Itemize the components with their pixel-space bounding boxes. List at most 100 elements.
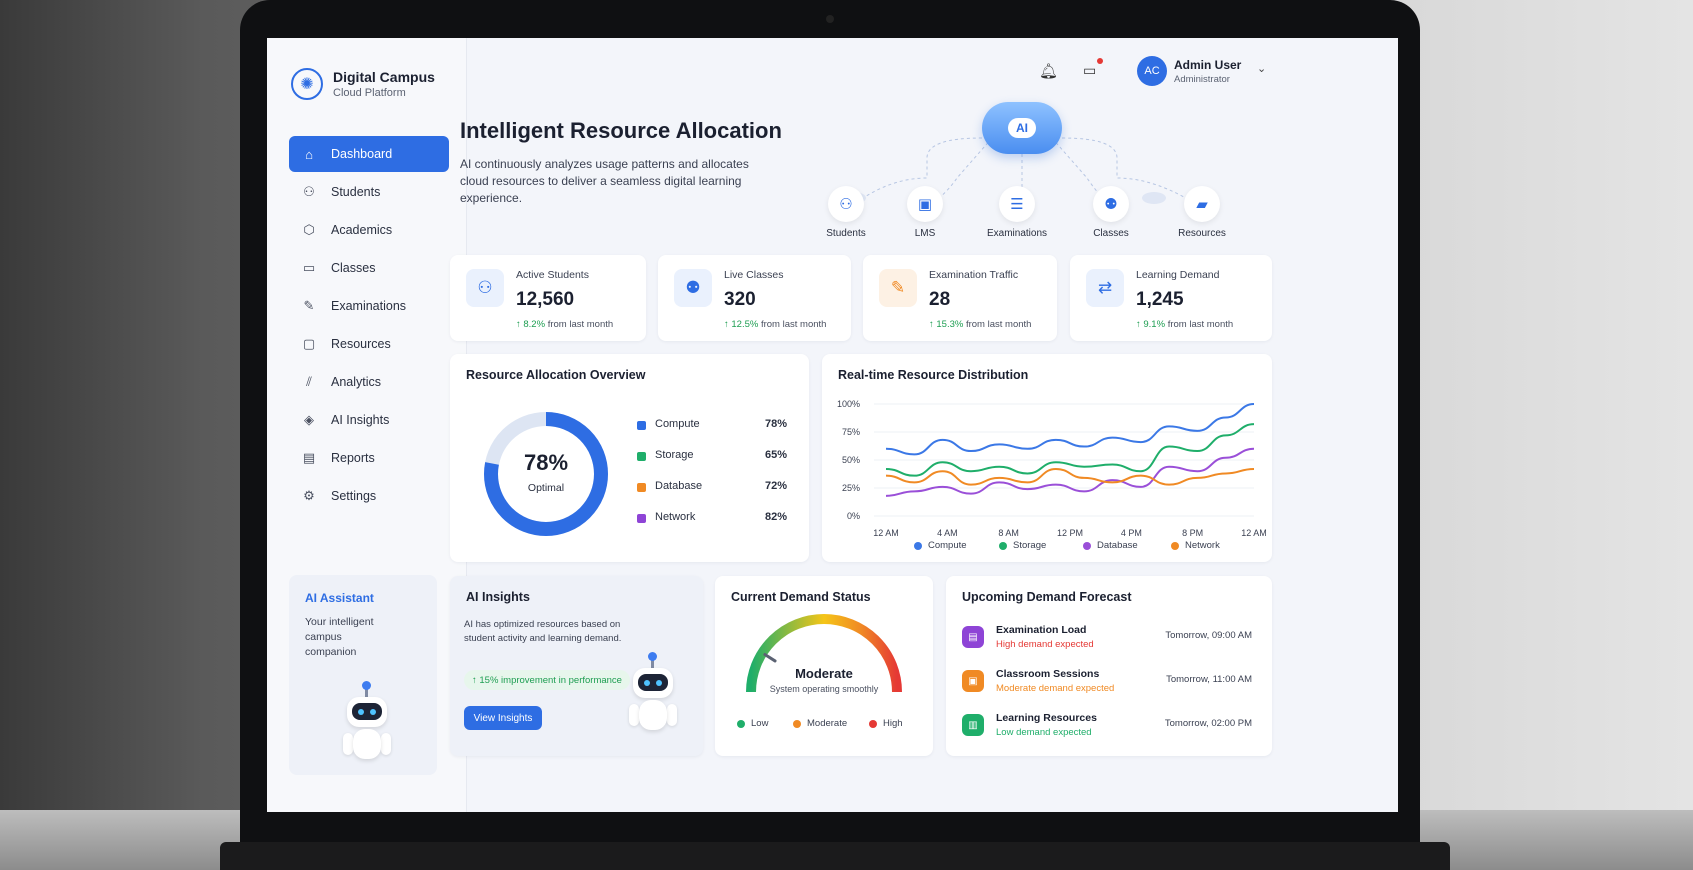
sidebar-item-reports[interactable]: ▤ Reports xyxy=(289,440,449,476)
forecast-item[interactable]: ▤ Examination Load High demand expected … xyxy=(962,624,1252,660)
series-line-compute xyxy=(885,403,1255,456)
forecast-item[interactable]: ▣ Classroom Sessions Moderate demand exp… xyxy=(962,668,1252,704)
legend-dot xyxy=(999,541,1007,550)
ai-assistant-card[interactable]: AI Assistant Your intelligent campus com… xyxy=(289,575,437,775)
x-tick-label: 8 PM xyxy=(1182,528,1203,538)
stat-change-value: ↑ 9.1% xyxy=(1136,319,1166,330)
view-insights-button[interactable]: View Insights xyxy=(464,706,542,730)
home-icon: ⌂ xyxy=(305,146,313,162)
user-role: Administrator xyxy=(1174,74,1230,85)
improvement-badge: ↑ 15% improvement in performance xyxy=(464,670,630,690)
stat-change: ↑ 9.1% from last month xyxy=(1136,319,1233,330)
gauge-needle xyxy=(763,652,777,663)
sidebar-item-settings[interactable]: ⚙ Settings xyxy=(289,478,449,514)
classroom-icon: ⚉ xyxy=(1093,186,1129,222)
hero-node-resources: ▰ Resources xyxy=(1167,186,1237,239)
insights-text: AI has optimized resources based on stud… xyxy=(464,619,622,644)
x-tick-label: 8 AM xyxy=(998,528,1019,538)
sidebar-item-dashboard[interactable]: ⌂ Dashboard xyxy=(289,136,449,172)
stat-change: ↑ 8.2% from last month xyxy=(516,319,613,330)
sidebar-item-academics[interactable]: ⬡ Academics xyxy=(289,212,449,248)
forecast-status: Low demand expected xyxy=(996,727,1092,738)
stat-value: 1,245 xyxy=(1136,289,1184,310)
ai-insights-card: AI Insights AI has optimized resources b… xyxy=(450,576,703,756)
forecast-card: Upcoming Demand Forecast ▤ Examination L… xyxy=(946,576,1272,756)
card-title: Resource Allocation Overview xyxy=(466,368,646,382)
bell-icon[interactable]: 🔔︎ xyxy=(1039,62,1058,80)
user-name[interactable]: Admin User xyxy=(1174,58,1241,72)
ai-cloud-label: AI xyxy=(1008,118,1036,138)
legend-value: 72% xyxy=(764,480,787,492)
sidebar-item-resources[interactable]: ▢ Resources xyxy=(289,326,449,362)
legend-value: 82% xyxy=(764,511,787,523)
classroom-icon: ▣ xyxy=(962,670,984,692)
demand-status-value: Moderate xyxy=(795,666,853,681)
sidebar-item-label: Resources xyxy=(331,337,391,351)
legend-dot xyxy=(1083,541,1091,550)
legend-label: Database xyxy=(1097,540,1138,551)
line-chart: 0% 25% 50% 75% 100% 12 AM 4 AM 8 AM 12 PM 4 PM 8 P… xyxy=(837,399,1267,538)
sidebar-item-classes[interactable]: ▭ Classes xyxy=(289,250,449,286)
notification-dot xyxy=(1097,58,1103,64)
assistant-text: Your intelligent campus companion xyxy=(305,616,374,658)
server-icon: ☰ xyxy=(999,186,1035,222)
stat-label: Active Students xyxy=(516,269,589,281)
y-tick-label: 100% xyxy=(837,399,860,409)
forecast-name: Examination Load xyxy=(996,624,1087,636)
forecast-item[interactable]: ▥ Learning Resources Low demand expected… xyxy=(962,712,1252,748)
legend-dot xyxy=(1171,541,1179,550)
stat-change: ↑ 12.5% from last month xyxy=(724,319,826,330)
forecast-name: Classroom Sessions xyxy=(996,668,1100,680)
sidebar-item-ai-insights[interactable]: ◈ AI Insights xyxy=(289,402,449,438)
y-tick-label: 50% xyxy=(842,455,860,465)
hero-node-label: Examinations xyxy=(986,228,1048,239)
sidebar-item-label: Students xyxy=(331,185,381,199)
stat-value: 320 xyxy=(724,289,756,310)
legend-label: Network xyxy=(655,511,696,523)
avatar[interactable]: AC xyxy=(1137,56,1167,86)
legend-swatch xyxy=(637,452,646,461)
sidebar-item-analytics[interactable]: ⫽ Analytics xyxy=(289,364,449,400)
stat-card-examination-traffic[interactable]: ✎ Examination Traffic 28 ↑ 15.3% from la… xyxy=(863,255,1057,341)
report-icon: ▤ xyxy=(302,450,316,465)
chevron-down-icon[interactable]: ⌄ xyxy=(1257,62,1266,75)
book-icon: ▥ xyxy=(962,714,984,736)
hero-node-examinations: ☰ Examinations xyxy=(982,186,1052,239)
stat-change-suffix: from last month xyxy=(760,319,827,330)
sidebar-item-label: Reports xyxy=(331,451,375,465)
stat-card-active-students[interactable]: ⚇ Active Students 12,560 ↑ 8.2% from las… xyxy=(450,255,646,341)
hero-node-label: Resources xyxy=(1178,228,1226,239)
forecast-status: Moderate demand expected xyxy=(996,683,1115,694)
sidebar-item-examinations[interactable]: ✎ Examinations xyxy=(289,288,449,324)
legend-label: Storage xyxy=(1013,540,1047,551)
distribution-card: Real-time Resource Distribution 0% 25% 50%… xyxy=(822,354,1272,562)
stat-card-learning-demand[interactable]: ⇄ Learning Demand 1,245 ↑ 9.1% from last… xyxy=(1070,255,1272,341)
gauge-legend-low: Low xyxy=(737,718,768,729)
stat-change-value: ↑ 12.5% xyxy=(724,319,759,330)
clipboard-icon: ✎ xyxy=(879,269,917,307)
stat-card-live-classes[interactable]: ⚉ Live Classes 320 ↑ 12.5% from last mon… xyxy=(658,255,851,341)
hero-node-label: LMS xyxy=(914,228,936,239)
sidebar-item-label: AI Insights xyxy=(331,413,390,427)
laptop-keyboard xyxy=(220,842,1450,870)
page-title: Intelligent Resource Allocation xyxy=(460,118,782,143)
hero-node-students: ⚇ Students xyxy=(811,186,881,239)
allocation-row-database: Database 72% xyxy=(637,480,787,496)
monitor-icon: ▣ xyxy=(907,186,943,222)
sidebar-nav: ⌂ Dashboard ⚇ Students ⬡ Academics ▭ Classes… xyxy=(289,136,449,516)
sparkle-icon: ◈ xyxy=(304,412,314,427)
y-tick-label: 0% xyxy=(847,511,860,521)
gauge-legend-moderate: Moderate xyxy=(793,718,847,729)
chat-icon[interactable]: ▭ xyxy=(1083,62,1096,79)
brand-title: Digital Campus xyxy=(333,69,435,85)
stat-value: 12,560 xyxy=(516,289,575,310)
chart-legend-network: Network xyxy=(1171,540,1220,551)
legend-dot xyxy=(914,541,922,550)
folder-icon: ▢ xyxy=(302,336,316,351)
dashboard-screen: ✺ Digital Campus Cloud Platform ⌂ Dashboa… xyxy=(267,38,1398,812)
sidebar-item-students[interactable]: ⚇ Students xyxy=(289,174,449,210)
card-title: AI Insights xyxy=(466,590,530,604)
x-tick-label: 12 PM xyxy=(1057,528,1083,538)
brand[interactable]: ✺ Digital Campus Cloud Platform xyxy=(291,68,435,100)
stat-change-value: ↑ 15.3% xyxy=(929,319,964,330)
